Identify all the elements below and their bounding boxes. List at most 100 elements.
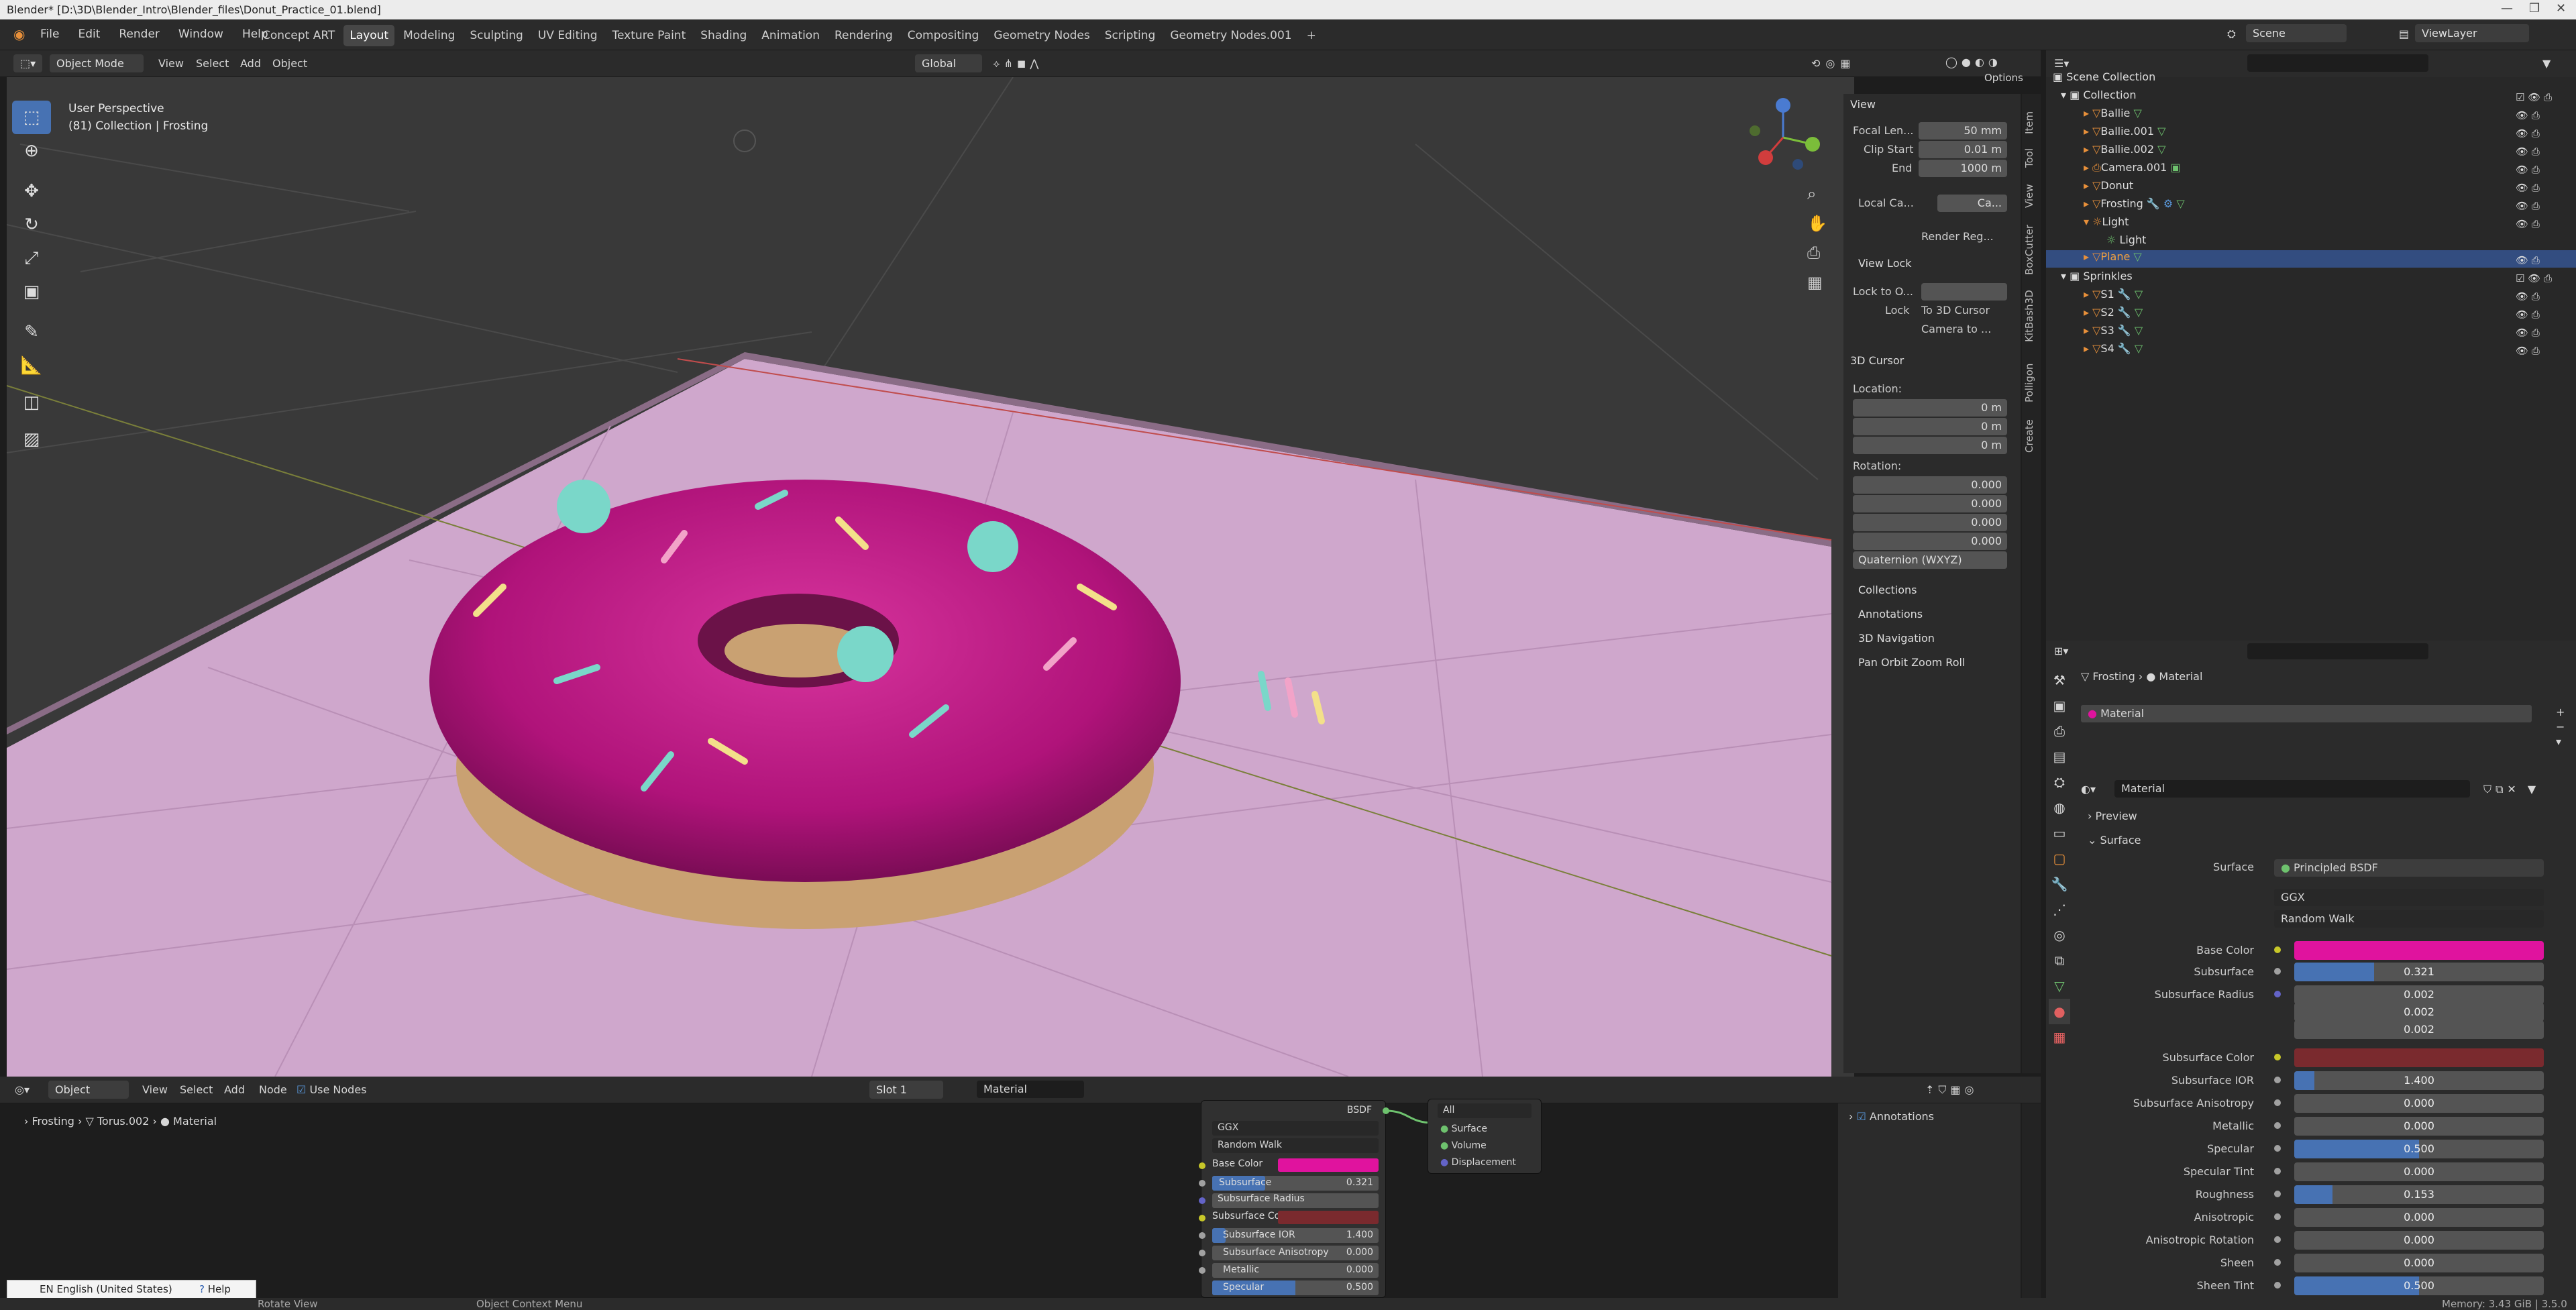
image-tool-icon[interactable]: ▨ [12, 423, 51, 456]
material-datablock-buttons[interactable]: ⛉⧉✕ ▼ [2483, 783, 2540, 796]
editor-type-icon[interactable]: ⬚▾ [13, 54, 43, 72]
outliner-item-ballie-002[interactable]: ▸ ▽ Ballie.002 ▽ [2084, 143, 2165, 160]
camera-view-icon[interactable]: ⎙ [1807, 238, 1827, 268]
particles-tab-icon[interactable]: ⋰ [2049, 897, 2070, 922]
prop-field[interactable]: 0.153 [2294, 1185, 2544, 1204]
cursor-tool-icon[interactable]: ⊕ [12, 134, 51, 168]
zoom-icon[interactable]: ⌕ [1807, 179, 1827, 209]
outliner-scene-collection[interactable]: ▣ Scene Collection [2053, 70, 2155, 88]
cursor-loc-z-field[interactable]: 0 m [1853, 437, 2007, 454]
view-section-header[interactable]: View [1850, 98, 1876, 111]
view-layer-tab-icon[interactable]: ▤ [2049, 744, 2070, 769]
tab-item[interactable]: Item [2023, 111, 2035, 134]
prop-field[interactable]: 1.400 [2294, 1071, 2544, 1090]
menu-render[interactable]: Render [119, 28, 160, 41]
slot-add-remove-buttons[interactable]: + − ▾ [2556, 705, 2565, 749]
measure-tool-icon[interactable]: 📐 [12, 349, 51, 382]
render-tab-icon[interactable]: ▣ [2049, 693, 2070, 718]
local-camera-field[interactable]: Ca... [1937, 195, 2007, 212]
surface-panel-header[interactable]: ⌄ Surface [2088, 834, 2141, 847]
input-socket-icon[interactable] [2274, 1282, 2281, 1289]
prop-field[interactable]: 0.002 [2294, 1003, 2544, 1022]
bsdf-base-color-row[interactable]: Base Color [1199, 1158, 1379, 1173]
prop-field[interactable] [2294, 1048, 2544, 1067]
outliner-item-light[interactable]: ▾ ☼ Light [2084, 215, 2129, 233]
transform-tool-icon[interactable]: ▣ [12, 275, 51, 309]
filter-icon[interactable]: ▼ [2542, 57, 2551, 70]
view-layer-selector[interactable]: ViewLayer [2415, 24, 2529, 42]
properties-editor-icon[interactable]: ⊞▾ [2054, 645, 2068, 657]
tab-view[interactable]: View [2023, 184, 2035, 208]
node-menu-view[interactable]: View [142, 1083, 168, 1096]
tab-scripting[interactable]: Scripting [1099, 25, 1162, 46]
visibility-toggles[interactable]: ☑ 👁 ⎙ 👁 ⎙ 👁 ⎙ 👁 ⎙ 👁 ⎙ 👁 ⎙ 👁 ⎙ 👁 ⎙ 👁 ⎙ ☑ 👁 ⎙ 👁 ⎙ 👁 … [2516, 89, 2552, 360]
cursor-section-header[interactable]: 3D Cursor [1850, 354, 1904, 367]
bsdf-distribution[interactable]: GGX [1212, 1121, 1379, 1136]
node-menu-node[interactable]: Node [259, 1083, 287, 1096]
prop-field[interactable]: 0.000 [2294, 1231, 2544, 1250]
camera-to-view-checkbox[interactable]: Camera to ... [1921, 323, 1991, 335]
material-slot-item[interactable]: ● Material [2088, 707, 2144, 720]
collection-tab-icon[interactable]: ▭ [2049, 820, 2070, 846]
cursor-rot-w-field[interactable]: 0.000 [1853, 476, 2007, 494]
world-tab-icon[interactable]: ◍ [2049, 795, 2070, 820]
slot-selector[interactable]: Slot 1 [869, 1081, 943, 1099]
pan-hand-icon[interactable]: ✋ [1807, 209, 1827, 238]
bsdf-sss-color-swatch[interactable] [1278, 1211, 1379, 1224]
tab-compositing[interactable]: Compositing [902, 25, 985, 46]
input-socket-icon[interactable] [2274, 1213, 2281, 1220]
focal-length-field[interactable]: 50 mm [1919, 122, 2007, 140]
bsdf-radius-row[interactable]: Subsurface Radius [1199, 1193, 1379, 1208]
snap-icon[interactable]: ⟡⋔◼⋀ [993, 57, 1042, 70]
material-slot-list[interactable]: ● Material [2081, 705, 2532, 722]
input-socket-icon[interactable] [2274, 1259, 2281, 1266]
grid-view-icon[interactable]: ▦ [1807, 268, 1827, 297]
input-socket-icon[interactable] [2274, 1191, 2281, 1197]
tab-rendering[interactable]: Rendering [828, 25, 899, 46]
subsurface-method-selector[interactable]: Random Walk [2274, 910, 2544, 928]
prop-field[interactable]: 0.321 [2294, 963, 2544, 981]
use-nodes-checkbox[interactable]: ☑ Use Nodes [297, 1083, 367, 1096]
cursor-rot-z-field[interactable]: 0.000 [1853, 533, 2007, 550]
outliner-item-light-data[interactable]: ☼ Light [2106, 233, 2146, 251]
menu-window[interactable]: Window [178, 28, 223, 41]
input-socket-icon[interactable] [2274, 1168, 2281, 1175]
output-surface-socket[interactable]: ● Surface [1440, 1124, 1487, 1134]
maximize-icon[interactable]: ❐ [2529, 1, 2540, 15]
blender-logo-icon[interactable]: ◉ [13, 26, 25, 42]
node-menu-add[interactable]: Add [224, 1083, 245, 1096]
node-annotations-section[interactable]: › ☑ Annotations [1849, 1110, 1934, 1123]
scene-tab-icon[interactable]: ⛭ [2049, 769, 2070, 795]
outliner-item-s1[interactable]: ▸ ▽ S1 🔧 ▽ [2084, 288, 2143, 305]
tab-tool[interactable]: Tool [2023, 148, 2035, 168]
outliner-sprinkles[interactable]: ▾ ▣ Sprinkles [2061, 270, 2133, 287]
prop-field[interactable] [2294, 941, 2544, 960]
bsdf-subsurface-row[interactable]: Subsurface 0.321 [1199, 1176, 1379, 1191]
viewport-3d[interactable]: User Perspective (81) Collection | Frost… [7, 77, 1854, 1077]
tab-modeling[interactable]: Modeling [397, 25, 461, 46]
navigation-gizmo[interactable] [1743, 97, 1823, 178]
pan-orbit-section[interactable]: Pan Orbit Zoom Roll [1858, 656, 1965, 669]
input-socket-icon[interactable] [2274, 1077, 2281, 1083]
cursor-loc-x-field[interactable]: 0 m [1853, 399, 2007, 417]
material-sphere-icon[interactable]: ◐▾ [2081, 783, 2096, 796]
prop-field[interactable]: 0.002 [2294, 1020, 2544, 1039]
lock-to-object-field[interactable] [1921, 283, 2007, 301]
help-button[interactable]: ? Help [199, 1283, 231, 1295]
lock-to-cursor-checkbox[interactable]: To 3D Cursor [1921, 304, 1990, 317]
outliner-item-camera[interactable]: ▸ ⎙ Camera.001 ▣ [2084, 161, 2181, 178]
annotate-tool-icon[interactable]: ✎ [12, 315, 51, 349]
prop-field[interactable]: 0.000 [2294, 1208, 2544, 1227]
prop-field[interactable]: 0.000 [2294, 1094, 2544, 1113]
outliner-item-frosting[interactable]: ▸ ▽ Frosting 🔧 ⚙ ▽ [2084, 197, 2185, 215]
bsdf-ior-row[interactable]: Subsurface IOR 1.400 [1199, 1228, 1379, 1243]
outliner-search-input[interactable] [2247, 54, 2428, 72]
prop-field[interactable]: 0.500 [2294, 1276, 2544, 1295]
move-tool-icon[interactable]: ✥ [12, 174, 51, 208]
bsdf-sss-color-row[interactable]: Subsurface Co... [1199, 1211, 1379, 1225]
node-material-field[interactable]: Material [977, 1081, 1084, 1098]
material-output-node[interactable]: All ● Surface ● Volume ● Displacement [1428, 1099, 1542, 1174]
shading-mode-icon[interactable]: ◯●◐◑ [1945, 56, 2002, 68]
output-volume-socket[interactable]: ● Volume [1440, 1140, 1487, 1151]
tab-geometry-nodes-001[interactable]: Geometry Nodes.001 [1164, 25, 1297, 46]
